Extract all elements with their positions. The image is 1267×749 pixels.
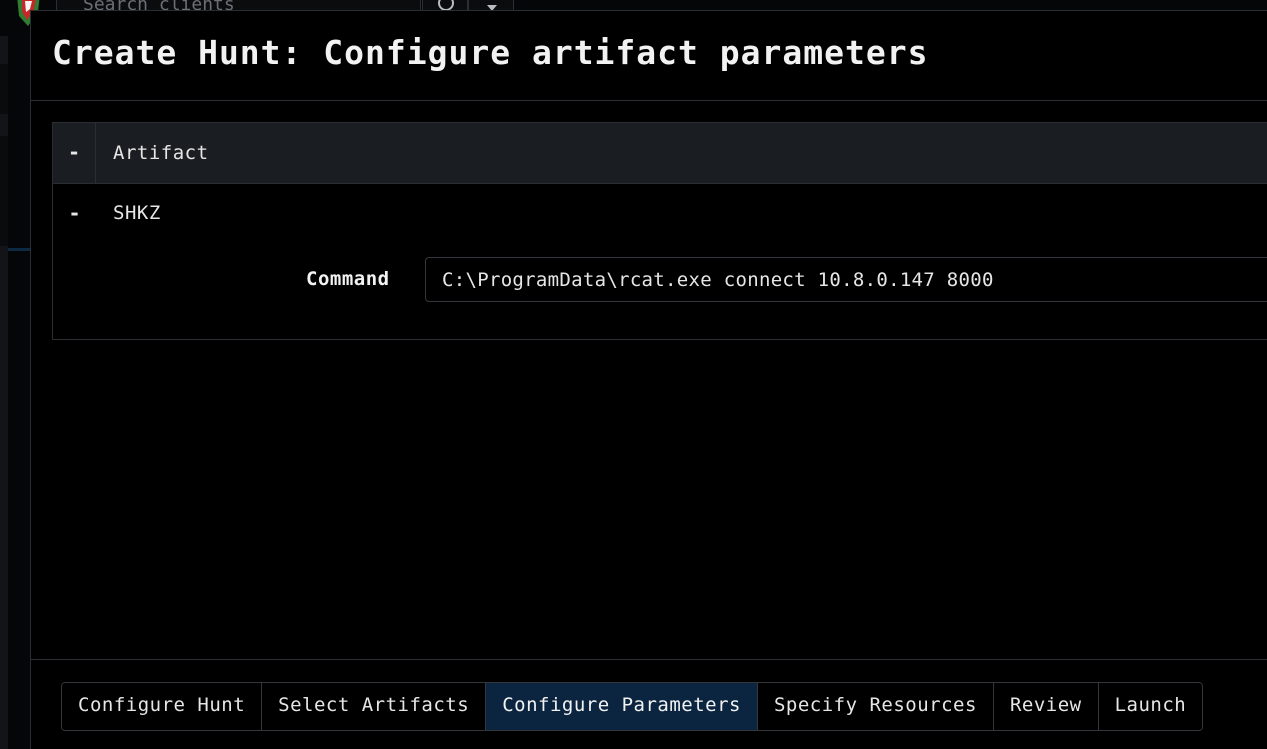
artifact-name: SHKZ bbox=[113, 202, 161, 224]
modal-header: Create Hunt: Configure artifact paramete… bbox=[31, 11, 1267, 101]
parameter-label-command: Command bbox=[306, 268, 390, 290]
modal-title: Create Hunt: Configure artifact paramete… bbox=[52, 33, 929, 72]
sidebar bbox=[0, 36, 8, 749]
artifact-collapse-toggle[interactable]: - bbox=[53, 183, 96, 243]
collapse-all-button[interactable]: - bbox=[53, 123, 96, 183]
table-header: - Artifact bbox=[53, 123, 1267, 184]
create-hunt-modal: Create Hunt: Configure artifact paramete… bbox=[30, 10, 1267, 749]
step-configure-parameters-button[interactable]: Configure Parameters bbox=[486, 683, 758, 730]
step-specify-resources-button[interactable]: Specify Resources bbox=[757, 683, 994, 730]
command-parameter-input[interactable] bbox=[425, 257, 1267, 302]
wizard-step-bar: Configure Hunt Select Artifacts Configur… bbox=[61, 682, 1204, 731]
artifact-row: - SHKZ bbox=[53, 183, 1267, 243]
artifact-parameters-table: - Artifact - SHKZ Command bbox=[52, 122, 1267, 340]
artifact-column-header: Artifact bbox=[113, 142, 209, 164]
step-review-button[interactable]: Review bbox=[993, 683, 1099, 730]
step-configure-hunt-button[interactable]: Configure Hunt bbox=[62, 683, 263, 730]
sidebar-item[interactable] bbox=[0, 64, 8, 114]
step-launch-button[interactable]: Launch bbox=[1098, 683, 1203, 730]
page: Search clients Create Hunt: Configure ar… bbox=[0, 0, 1267, 749]
step-select-artifacts-button[interactable]: Select Artifacts bbox=[262, 683, 487, 730]
sidebar-active-indicator bbox=[8, 248, 30, 251]
modal-footer: Configure Hunt Select Artifacts Configur… bbox=[31, 659, 1267, 749]
sidebar-item[interactable] bbox=[0, 136, 8, 246]
